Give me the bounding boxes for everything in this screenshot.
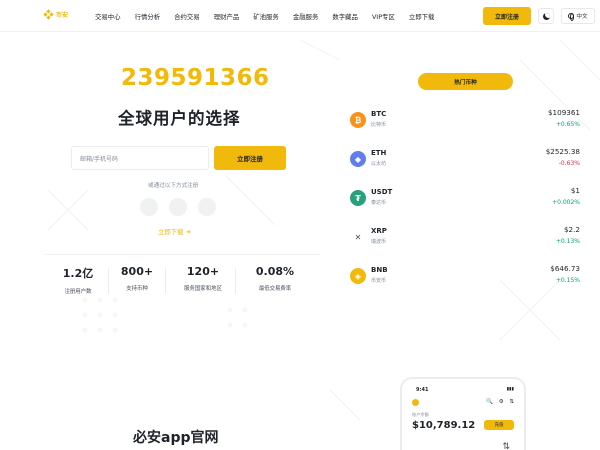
coin-name: 比特币: [371, 122, 387, 128]
xrp-icon: ✕: [350, 229, 366, 245]
nav-item-market-analysis[interactable]: 行情分析: [135, 12, 161, 21]
email-phone-input[interactable]: 邮箱/手机号码: [71, 146, 209, 170]
coin-name: 瑞波币: [371, 239, 387, 245]
phone-deposit-button: 充值: [484, 420, 514, 430]
stat-separator: [165, 268, 166, 294]
coin-change: +0.65%: [555, 121, 580, 128]
coin-symbol: BTC: [371, 110, 387, 118]
nav-item-futures[interactable]: 合约交易: [174, 12, 200, 21]
social-login-2-icon[interactable]: [169, 198, 187, 216]
social-login-1-icon[interactable]: [140, 198, 158, 216]
bnb-icon: ◈: [350, 268, 366, 284]
coin-name: 币安币: [371, 278, 387, 284]
stat-label: 服务国家和地区: [184, 286, 222, 292]
coin-change: +0.13%: [555, 238, 580, 245]
nav-item-mining-pool[interactable]: 矿池服务: [253, 12, 279, 21]
coin-change: +0.002%: [552, 199, 580, 206]
stat-fee: 0.08% 最低交易费率: [251, 265, 299, 292]
coin-symbol: USDT: [371, 188, 393, 196]
phone-status-icon: ▮▮▮: [506, 387, 514, 392]
site-logo[interactable]: 币安: [43, 9, 69, 20]
coin-symbol: XRP: [371, 227, 387, 235]
stat-currencies: 800+ 支持币种: [117, 265, 157, 292]
stat-value: 1.2亿: [62, 267, 94, 280]
coin-row[interactable]: ◆ ETH 以太坊 $2525.38 -0.63%: [350, 147, 582, 173]
logo-mark-icon: [43, 9, 54, 20]
stat-label: 支持币种: [126, 286, 148, 292]
tether-icon: ₮: [350, 190, 366, 206]
stat-separator: [108, 268, 109, 294]
chart-icon: ⇅: [502, 442, 510, 450]
stat-value: 0.08%: [255, 265, 295, 278]
popular-coins-button[interactable]: 热门币种: [418, 73, 513, 90]
phone-balance: $10,789.12: [412, 420, 476, 431]
moon-icon: [542, 12, 550, 20]
coin-row[interactable]: ₿ BTC 比特币 $109361 +0.65%: [350, 108, 582, 134]
download-label: 立即下载: [158, 228, 184, 236]
download-link[interactable]: 立即下载 ➔: [158, 227, 191, 237]
signup-alternative-text: 或通过以下方式注册: [148, 183, 199, 189]
stat-value: 120+: [186, 265, 220, 278]
stat-label: 最低交易费率: [258, 286, 292, 292]
language-label: 中文: [576, 14, 588, 20]
hero-signup-button[interactable]: 立即注册: [214, 146, 286, 170]
ethereum-icon: ◆: [350, 151, 366, 167]
nav-item-finance[interactable]: 金融服务: [293, 12, 319, 21]
nav-item-download[interactable]: 立即下载: [409, 12, 435, 21]
nav-item-earn[interactable]: 理财产品: [214, 12, 240, 21]
coin-change: -0.63%: [558, 160, 580, 167]
coin-name: 以太坊: [371, 161, 387, 167]
theme-toggle-button[interactable]: [538, 8, 554, 24]
app-section-title: 必安app官网: [133, 430, 219, 446]
phone-time: 9:41: [416, 387, 429, 393]
coin-row[interactable]: ◈ BNB 币安币 $646.73 +0.15%: [350, 264, 582, 290]
stats-divider: [45, 254, 320, 255]
coin-symbol: BNB: [371, 266, 388, 274]
phone-mockup: 9:41 ▮▮▮ 🔍 ⚙ ⇅ 账户余额 $10,789.12 充值 ⇅: [400, 377, 526, 450]
header-register-button[interactable]: 立即注册: [483, 7, 531, 25]
arrow-right-icon: ➔: [185, 227, 191, 236]
bitcoin-icon: ₿: [350, 112, 366, 128]
coin-symbol: ETH: [371, 149, 387, 157]
user-count: 239591366: [121, 65, 270, 91]
phone-balance-label: 账户余额: [412, 412, 429, 417]
stat-separator: [235, 268, 236, 294]
phone-toolbar-icons: 🔍 ⚙ ⇅: [486, 399, 516, 405]
coin-price: $1: [570, 186, 580, 195]
social-login-3-icon[interactable]: [198, 198, 216, 216]
stat-label: 注册用户数: [64, 289, 92, 295]
globe-icon: [568, 13, 575, 21]
coin-price: $2.2: [563, 225, 580, 234]
coin-price: $2525.38: [545, 147, 580, 156]
coin-row[interactable]: ✕ XRP 瑞波币 $2.2 +0.13%: [350, 225, 582, 251]
phone-logo-icon: [412, 399, 419, 406]
stat-value: 800+: [120, 265, 154, 278]
nav-item-vip[interactable]: VIP专区: [372, 12, 395, 21]
top-navbar: 币安 交易中心 行情分析 合约交易 理财产品 矿池服务 金融服务 数字藏品 VI…: [0, 0, 600, 32]
nav-item-trading-center[interactable]: 交易中心: [95, 12, 121, 21]
language-selector[interactable]: 中文: [561, 8, 595, 24]
main-nav: 交易中心 行情分析 合约交易 理财产品 矿池服务 金融服务 数字藏品 VIP专区…: [95, 0, 448, 32]
logo-text: 币安: [56, 12, 69, 19]
stat-countries: 120+ 服务国家和地区: [176, 265, 230, 292]
coin-row[interactable]: ₮ USDT 泰达币 $1 +0.002%: [350, 186, 582, 212]
coin-change: +0.15%: [555, 277, 580, 284]
coin-price: $646.73: [550, 264, 580, 273]
hero-title: 全球用户的选择: [118, 109, 241, 128]
nav-item-nft[interactable]: 数字藏品: [332, 12, 358, 21]
stat-users: 1.2亿 注册用户数: [58, 265, 98, 295]
coin-price: $109361: [547, 108, 580, 117]
coin-name: 泰达币: [371, 200, 387, 206]
